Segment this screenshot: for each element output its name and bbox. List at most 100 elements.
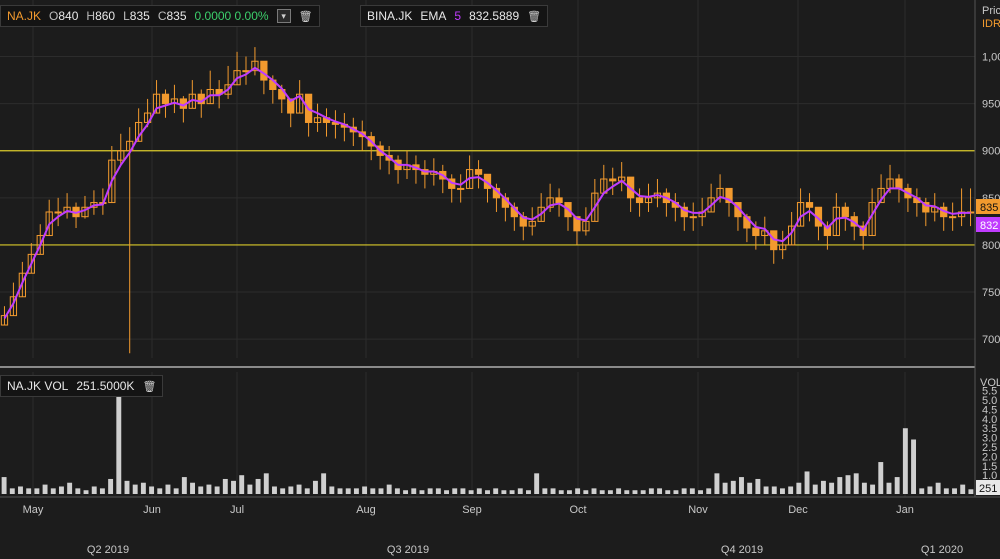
open-label: O bbox=[49, 9, 59, 23]
volume-bar bbox=[181, 477, 187, 494]
month-label: Sep bbox=[462, 504, 482, 516]
volume-bar bbox=[755, 478, 761, 494]
chevron-down-icon[interactable]: ▾ bbox=[276, 9, 291, 23]
open-value: 840 bbox=[58, 9, 79, 23]
price-tick-label: 950 bbox=[982, 99, 1000, 111]
volume-bar bbox=[394, 488, 400, 494]
volume-bar bbox=[485, 490, 490, 494]
volume-bar bbox=[657, 488, 663, 494]
trash-icon[interactable]: 🗑 bbox=[299, 9, 313, 23]
month-label: May bbox=[23, 504, 44, 516]
volume-bar bbox=[566, 490, 572, 494]
volume-bar bbox=[640, 490, 646, 494]
ema-symbol[interactable]: BINA.JK bbox=[367, 9, 412, 23]
ema-label: EMA bbox=[420, 9, 447, 23]
volume-bar bbox=[370, 488, 376, 494]
volume-bar bbox=[698, 490, 703, 494]
volume-bar bbox=[968, 489, 974, 494]
volume-bar bbox=[542, 488, 548, 494]
volume-bar bbox=[935, 482, 941, 494]
volume-bar bbox=[927, 486, 933, 494]
trash-icon[interactable]: 🗑 bbox=[142, 379, 156, 393]
volume-bar bbox=[272, 486, 277, 494]
volume-bar bbox=[689, 488, 695, 494]
volume-bar bbox=[722, 482, 728, 494]
volume-label[interactable]: NA.JK VOL bbox=[7, 379, 68, 393]
month-label: Aug bbox=[356, 504, 376, 516]
last-price-badge: 835 bbox=[980, 202, 998, 214]
price-tick-label: 1,00 bbox=[982, 52, 1000, 64]
volume-bar bbox=[157, 488, 163, 494]
volume-bar bbox=[329, 486, 335, 494]
volume-bar bbox=[632, 490, 638, 494]
quarter-label: Q4 2019 bbox=[721, 544, 763, 556]
trash-icon[interactable]: 🗑 bbox=[527, 9, 541, 23]
volume-bar bbox=[190, 482, 195, 494]
candle-body bbox=[609, 178, 617, 182]
volume-bar bbox=[911, 439, 917, 494]
high-label: H bbox=[86, 9, 96, 23]
volume-bar bbox=[353, 488, 359, 494]
price-tick-label: 900 bbox=[982, 146, 1000, 158]
volume-bar bbox=[575, 488, 581, 494]
volume-bar bbox=[403, 490, 409, 494]
volume-bar bbox=[263, 473, 269, 494]
volume-bar bbox=[296, 484, 302, 494]
legend-symbol[interactable]: NA.JK bbox=[7, 9, 41, 23]
volume-bar bbox=[665, 490, 671, 494]
chart-canvas[interactable]: 7007508008509009501,00 1.01.52.02.53.03.… bbox=[0, 0, 1000, 559]
high-value: 860 bbox=[95, 9, 116, 23]
volume-bar bbox=[239, 475, 245, 494]
volume-bar bbox=[99, 488, 105, 494]
volume-bar bbox=[607, 490, 613, 494]
volume-bar bbox=[75, 488, 81, 494]
volume-axis-labels: 1.01.52.02.53.03.54.04.55.05.5 bbox=[982, 386, 997, 483]
change-value: 0.0000 0.00% bbox=[194, 9, 269, 23]
volume-bar bbox=[435, 488, 441, 494]
volume-bar bbox=[599, 490, 605, 494]
volume-bar bbox=[34, 488, 40, 494]
month-label: Jul bbox=[230, 504, 244, 516]
candle-body bbox=[689, 216, 697, 219]
volume-bar bbox=[493, 488, 499, 494]
volume-bar bbox=[714, 473, 720, 494]
volume-bar bbox=[427, 488, 433, 494]
volume-bar bbox=[231, 480, 236, 494]
volume-bar bbox=[780, 488, 785, 494]
volume-bar bbox=[526, 490, 531, 494]
volume-bar bbox=[591, 488, 597, 494]
volume-bar bbox=[460, 488, 466, 494]
volume-bar bbox=[829, 482, 835, 494]
volume-bar bbox=[894, 477, 900, 494]
volume-bar bbox=[42, 484, 48, 494]
volume-bar bbox=[771, 486, 777, 494]
volume-bar bbox=[288, 486, 294, 494]
volume-bar bbox=[747, 482, 753, 494]
volume-bar bbox=[812, 484, 818, 494]
candle-body bbox=[752, 227, 760, 237]
quarter-label: Q2 2019 bbox=[87, 544, 129, 556]
volume-bar bbox=[943, 488, 949, 494]
volume-bar bbox=[861, 482, 867, 494]
volume-bar bbox=[18, 486, 23, 494]
candle-body bbox=[635, 197, 644, 204]
volume-bar bbox=[337, 488, 343, 494]
volume-bar bbox=[616, 488, 622, 494]
price-tick-label: 750 bbox=[982, 287, 1000, 299]
volume-bar bbox=[468, 490, 474, 494]
volume-bar bbox=[173, 488, 179, 494]
volume-bar bbox=[878, 462, 884, 494]
volume-bar bbox=[312, 480, 318, 494]
volume-bar bbox=[444, 490, 449, 494]
volume-bar bbox=[796, 482, 802, 494]
volume-bar bbox=[820, 480, 826, 494]
volume-bar bbox=[517, 488, 523, 494]
candle-body bbox=[805, 202, 814, 208]
volume-bar bbox=[706, 488, 712, 494]
ema-value: 832.5889 bbox=[469, 9, 520, 23]
volume-bar bbox=[673, 490, 679, 494]
volume-bar bbox=[788, 486, 794, 494]
price-tick-label: 700 bbox=[982, 334, 1000, 346]
volume-value: 251.5000K bbox=[76, 379, 135, 393]
candle-body bbox=[161, 93, 170, 105]
